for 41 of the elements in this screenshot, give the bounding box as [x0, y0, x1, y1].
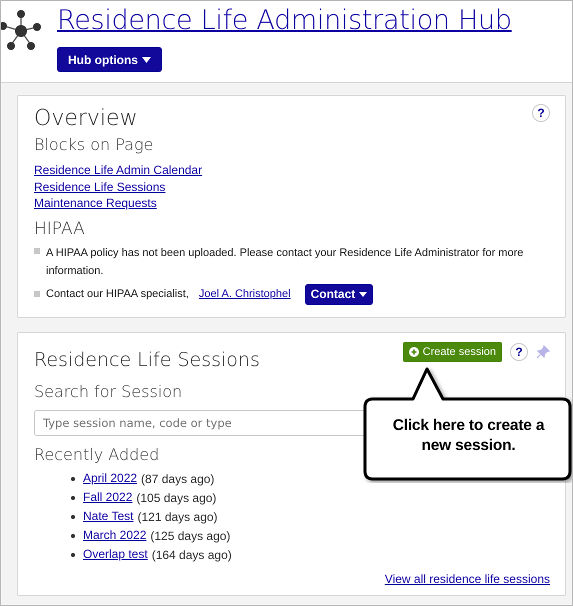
- block-link[interactable]: Residence Life Admin Calendar: [34, 162, 202, 178]
- bullet-icon: [71, 534, 75, 538]
- session-age: (125 days ago): [150, 528, 230, 544]
- bullet-icon: [71, 477, 75, 481]
- hub-title-link[interactable]: Residence Life Administration Hub: [57, 3, 512, 39]
- bullet-icon: [34, 248, 40, 254]
- hub-options-button[interactable]: Hub options: [57, 47, 162, 72]
- block-link[interactable]: Residence Life Sessions: [34, 178, 166, 195]
- session-age: (105 days ago): [136, 490, 216, 506]
- plus-icon: [408, 346, 419, 356]
- session-link[interactable]: Nate Test: [83, 508, 134, 526]
- recent-heading: Recently Added: [34, 444, 160, 466]
- contact-button[interactable]: Contact: [304, 284, 374, 304]
- bullet-icon: [71, 515, 75, 519]
- session-age: (164 days ago): [152, 546, 232, 564]
- specialist-link[interactable]: Joel A. Christophel: [198, 285, 291, 303]
- view-all-link[interactable]: View all residence life sessions: [384, 570, 550, 587]
- bullet-icon: [71, 496, 75, 500]
- create-session-button[interactable]: Create session: [402, 342, 502, 362]
- sessions-heading: Residence Life Sessions: [34, 348, 260, 372]
- blocks-heading: Blocks on Page: [34, 134, 154, 156]
- session-link[interactable]: April 2022: [83, 470, 138, 488]
- pin-icon[interactable]: [536, 344, 550, 358]
- overview-heading: Overview: [34, 105, 138, 133]
- bullet-icon: [34, 291, 40, 297]
- session-link[interactable]: Overlap test: [83, 546, 148, 564]
- caret-icon: [359, 292, 368, 296]
- hipaa-heading: HIPAA: [34, 218, 85, 240]
- session-age: (121 days ago): [137, 508, 218, 526]
- bullet-icon: [71, 553, 75, 557]
- caret-icon: [142, 56, 151, 62]
- hint-tooltip: Click here to create a new session.: [363, 366, 572, 482]
- session-link[interactable]: Fall 2022: [83, 488, 132, 508]
- hipaa-note: A HIPAA policy has not been uploaded. Please contact your Residence Life Administrator for more information.: [46, 246, 524, 278]
- hipaa-note: Contact our HIPAA specialist,: [46, 287, 189, 302]
- search-heading: Search for Session: [34, 380, 182, 402]
- block-link[interactable]: Maintenance Requests: [34, 195, 157, 212]
- session-age: (87 days ago): [141, 470, 214, 488]
- session-link[interactable]: March 2022: [83, 526, 146, 546]
- help-button[interactable]: ?: [510, 342, 528, 360]
- help-button[interactable]: ?: [532, 104, 550, 122]
